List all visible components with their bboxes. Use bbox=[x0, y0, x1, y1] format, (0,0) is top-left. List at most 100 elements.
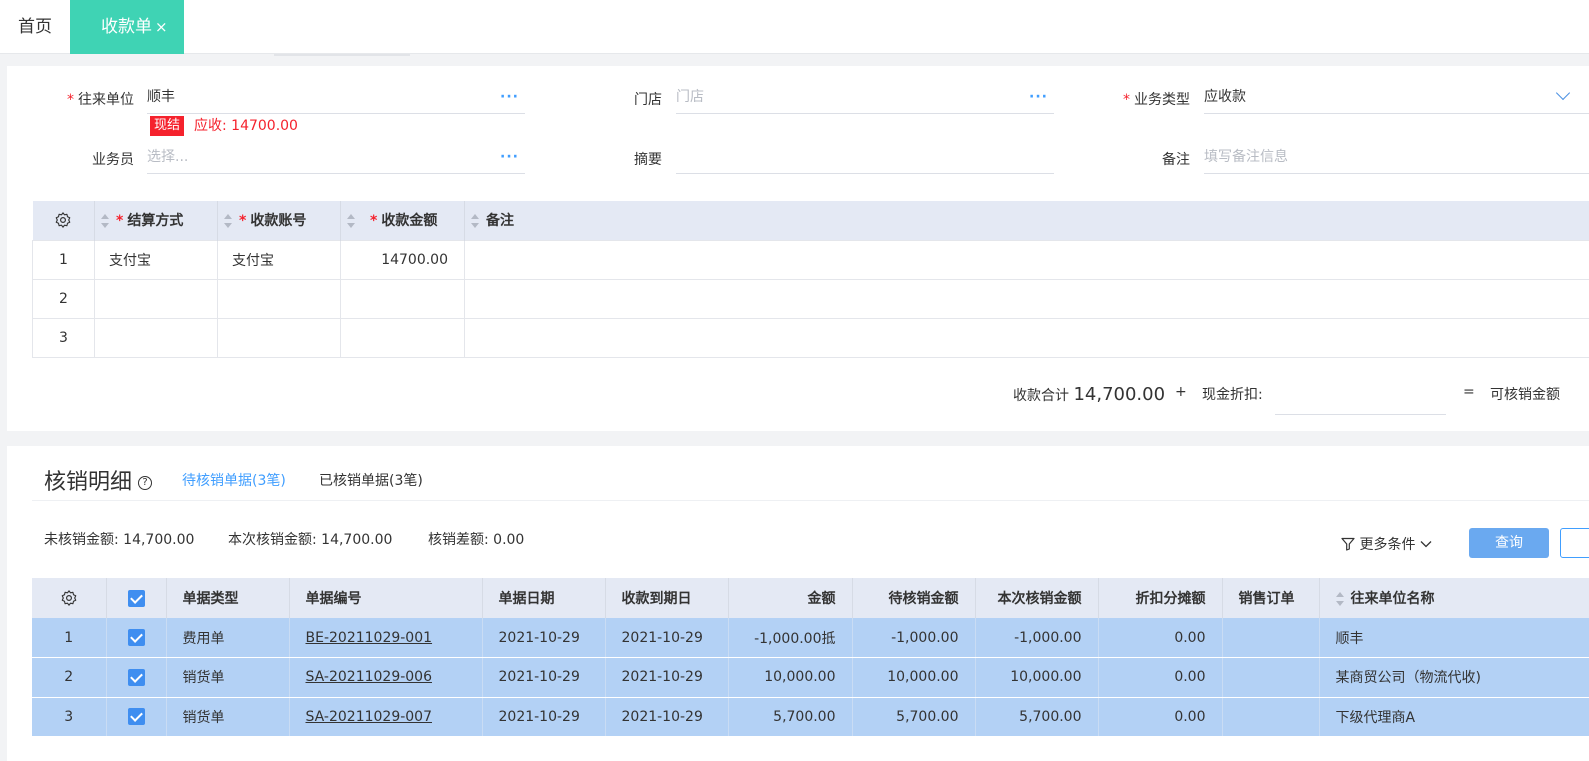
gear-icon[interactable] bbox=[54, 211, 72, 229]
col-doc-no[interactable]: 单据编号 bbox=[289, 578, 483, 618]
cell-current[interactable]: 10,000.00 bbox=[975, 657, 1099, 698]
cell-discount[interactable]: 0.00 bbox=[1098, 618, 1223, 658]
biz-type-label: * 业务类型 bbox=[1123, 92, 1190, 108]
col-partner[interactable]: 往来单位名称 bbox=[1319, 578, 1589, 618]
cell-remark[interactable] bbox=[464, 239, 1589, 280]
col-remark[interactable]: 备注 bbox=[464, 201, 1589, 240]
cell-account[interactable]: 支付宝 bbox=[217, 239, 341, 280]
biz-type-select[interactable]: 应收款 bbox=[1204, 82, 1589, 114]
cell-remark[interactable] bbox=[464, 317, 1589, 358]
summary-input[interactable] bbox=[676, 142, 1054, 174]
cell-due: 2021-10-29 bbox=[605, 697, 729, 737]
doc-no-link[interactable]: SA-20211029-007 bbox=[289, 697, 483, 737]
cell-account[interactable] bbox=[217, 278, 341, 319]
query-button[interactable]: 查询 bbox=[1469, 528, 1549, 558]
writeoff-table: 单据类型 单据编号 单据日期 收款到期日 金额 待核销金额 本次核销金额 折扣分… bbox=[32, 578, 1589, 737]
partner-value: 顺丰 bbox=[147, 89, 175, 105]
cell-type: 销货单 bbox=[166, 657, 290, 698]
row-checkbox[interactable] bbox=[106, 618, 167, 658]
cell-amount[interactable]: 14700.00 bbox=[340, 239, 465, 280]
cell-order bbox=[1222, 618, 1320, 658]
more-icon[interactable]: ··· bbox=[500, 82, 519, 112]
payment-header-row: * 结算方式 * 收款账号 * 收款金额 备注 bbox=[32, 201, 1589, 240]
receivable-amount: 应收: 14700.00 bbox=[194, 118, 298, 134]
col-current[interactable]: 本次核销金额 bbox=[975, 578, 1099, 618]
close-icon[interactable]: × bbox=[155, 18, 168, 36]
sort-icon[interactable] bbox=[347, 214, 356, 229]
cell-pending: 10,000.00 bbox=[852, 657, 976, 698]
tab-pending[interactable]: 待核销单据(3笔) bbox=[182, 470, 286, 490]
store-field[interactable]: 门店 ··· bbox=[676, 82, 1054, 114]
col-sales-order[interactable]: 销售订单 bbox=[1222, 578, 1320, 618]
writeoff-diff: 核销差额: 0.00 bbox=[428, 532, 525, 548]
col-pending[interactable]: 待核销金额 bbox=[852, 578, 976, 618]
doc-no-link[interactable]: BE-20211029-001 bbox=[289, 618, 483, 658]
checkbox-checked-icon[interactable] bbox=[127, 708, 145, 726]
checkbox-checked-icon[interactable] bbox=[127, 589, 145, 607]
row-checkbox[interactable] bbox=[106, 697, 167, 737]
gear-icon[interactable] bbox=[60, 589, 78, 607]
partner-field[interactable]: 顺丰 ··· bbox=[147, 82, 525, 114]
col-amount[interactable]: 金额 bbox=[728, 578, 853, 618]
biz-type-value: 应收款 bbox=[1204, 89, 1246, 105]
salesman-field[interactable]: 选择... ··· bbox=[147, 142, 525, 174]
tab-done[interactable]: 已核销单据(3笔) bbox=[319, 470, 423, 490]
select-all-checkbox[interactable] bbox=[106, 578, 167, 618]
help-icon[interactable]: ? bbox=[138, 476, 153, 490]
row-checkbox[interactable] bbox=[106, 657, 167, 698]
cell-discount[interactable]: 0.00 bbox=[1098, 657, 1223, 698]
checkbox-checked-icon[interactable] bbox=[127, 629, 145, 646]
cell-amount[interactable] bbox=[340, 278, 465, 319]
cell-due: 2021-10-29 bbox=[605, 618, 729, 658]
receipt-total: 收款合计 14,700.00 bbox=[1013, 384, 1165, 405]
table-row[interactable]: 3 销货单 SA-20211029-007 2021-10-29 2021-10… bbox=[32, 697, 1589, 737]
checkbox-checked-icon[interactable] bbox=[127, 668, 145, 686]
cell-current[interactable]: -1,000.00 bbox=[975, 618, 1099, 658]
table-row[interactable]: 1 支付宝 支付宝 14700.00 bbox=[32, 239, 1589, 280]
row-index: 2 bbox=[32, 657, 107, 698]
more-conditions-button[interactable]: 更多条件 bbox=[1341, 534, 1432, 554]
sort-icon[interactable] bbox=[471, 214, 480, 229]
tab-underline-divider bbox=[274, 54, 410, 56]
col-discount[interactable]: 折扣分摊额 bbox=[1098, 578, 1223, 618]
row-index: 1 bbox=[32, 239, 95, 280]
col-settle-method[interactable]: * 结算方式 bbox=[94, 201, 218, 240]
cell-discount[interactable]: 0.00 bbox=[1098, 697, 1223, 737]
col-due-date[interactable]: 收款到期日 bbox=[605, 578, 729, 618]
col-account[interactable]: * 收款账号 bbox=[217, 201, 341, 240]
cell-date: 2021-10-29 bbox=[482, 697, 606, 737]
reset-button[interactable] bbox=[1560, 528, 1589, 558]
col-amount[interactable]: * 收款金额 bbox=[340, 201, 465, 240]
tab-home[interactable]: 首页 bbox=[0, 0, 70, 54]
plus-sign: + bbox=[1175, 384, 1187, 400]
more-icon[interactable]: ··· bbox=[1029, 82, 1048, 112]
more-conditions-label: 更多条件 bbox=[1359, 537, 1416, 553]
table-row[interactable]: 3 bbox=[32, 317, 1589, 358]
sort-icon[interactable] bbox=[101, 214, 110, 229]
cell-remark[interactable] bbox=[464, 278, 1589, 319]
doc-no-link[interactable]: SA-20211029-006 bbox=[289, 657, 483, 698]
cell-current[interactable]: 5,700.00 bbox=[975, 697, 1099, 737]
cell-method[interactable] bbox=[94, 317, 218, 358]
table-row[interactable]: 1 费用单 BE-20211029-001 2021-10-29 2021-10… bbox=[32, 618, 1589, 658]
remark-input[interactable]: 填写备注信息 bbox=[1204, 142, 1589, 174]
more-icon[interactable]: ··· bbox=[500, 142, 519, 172]
tab-receipt[interactable]: 收款单 × bbox=[70, 0, 184, 54]
table-row[interactable]: 2 bbox=[32, 278, 1589, 319]
row-index: 2 bbox=[32, 278, 95, 319]
cell-due: 2021-10-29 bbox=[605, 657, 729, 698]
sort-icon[interactable] bbox=[1335, 592, 1345, 606]
cell-method[interactable]: 支付宝 bbox=[94, 239, 218, 280]
col-doc-date[interactable]: 单据日期 bbox=[482, 578, 606, 618]
cell-method[interactable] bbox=[94, 278, 218, 319]
cash-discount-input[interactable] bbox=[1275, 380, 1446, 415]
column-settings[interactable] bbox=[32, 578, 107, 618]
row-index: 1 bbox=[32, 618, 107, 658]
cell-amount[interactable] bbox=[340, 317, 465, 358]
cell-account[interactable] bbox=[217, 317, 341, 358]
col-doc-type[interactable]: 单据类型 bbox=[166, 578, 290, 618]
column-settings[interactable] bbox=[32, 201, 95, 240]
sort-icon[interactable] bbox=[224, 214, 233, 229]
table-row[interactable]: 2 销货单 SA-20211029-006 2021-10-29 2021-10… bbox=[32, 657, 1589, 698]
store-label: 门店 bbox=[634, 92, 662, 108]
